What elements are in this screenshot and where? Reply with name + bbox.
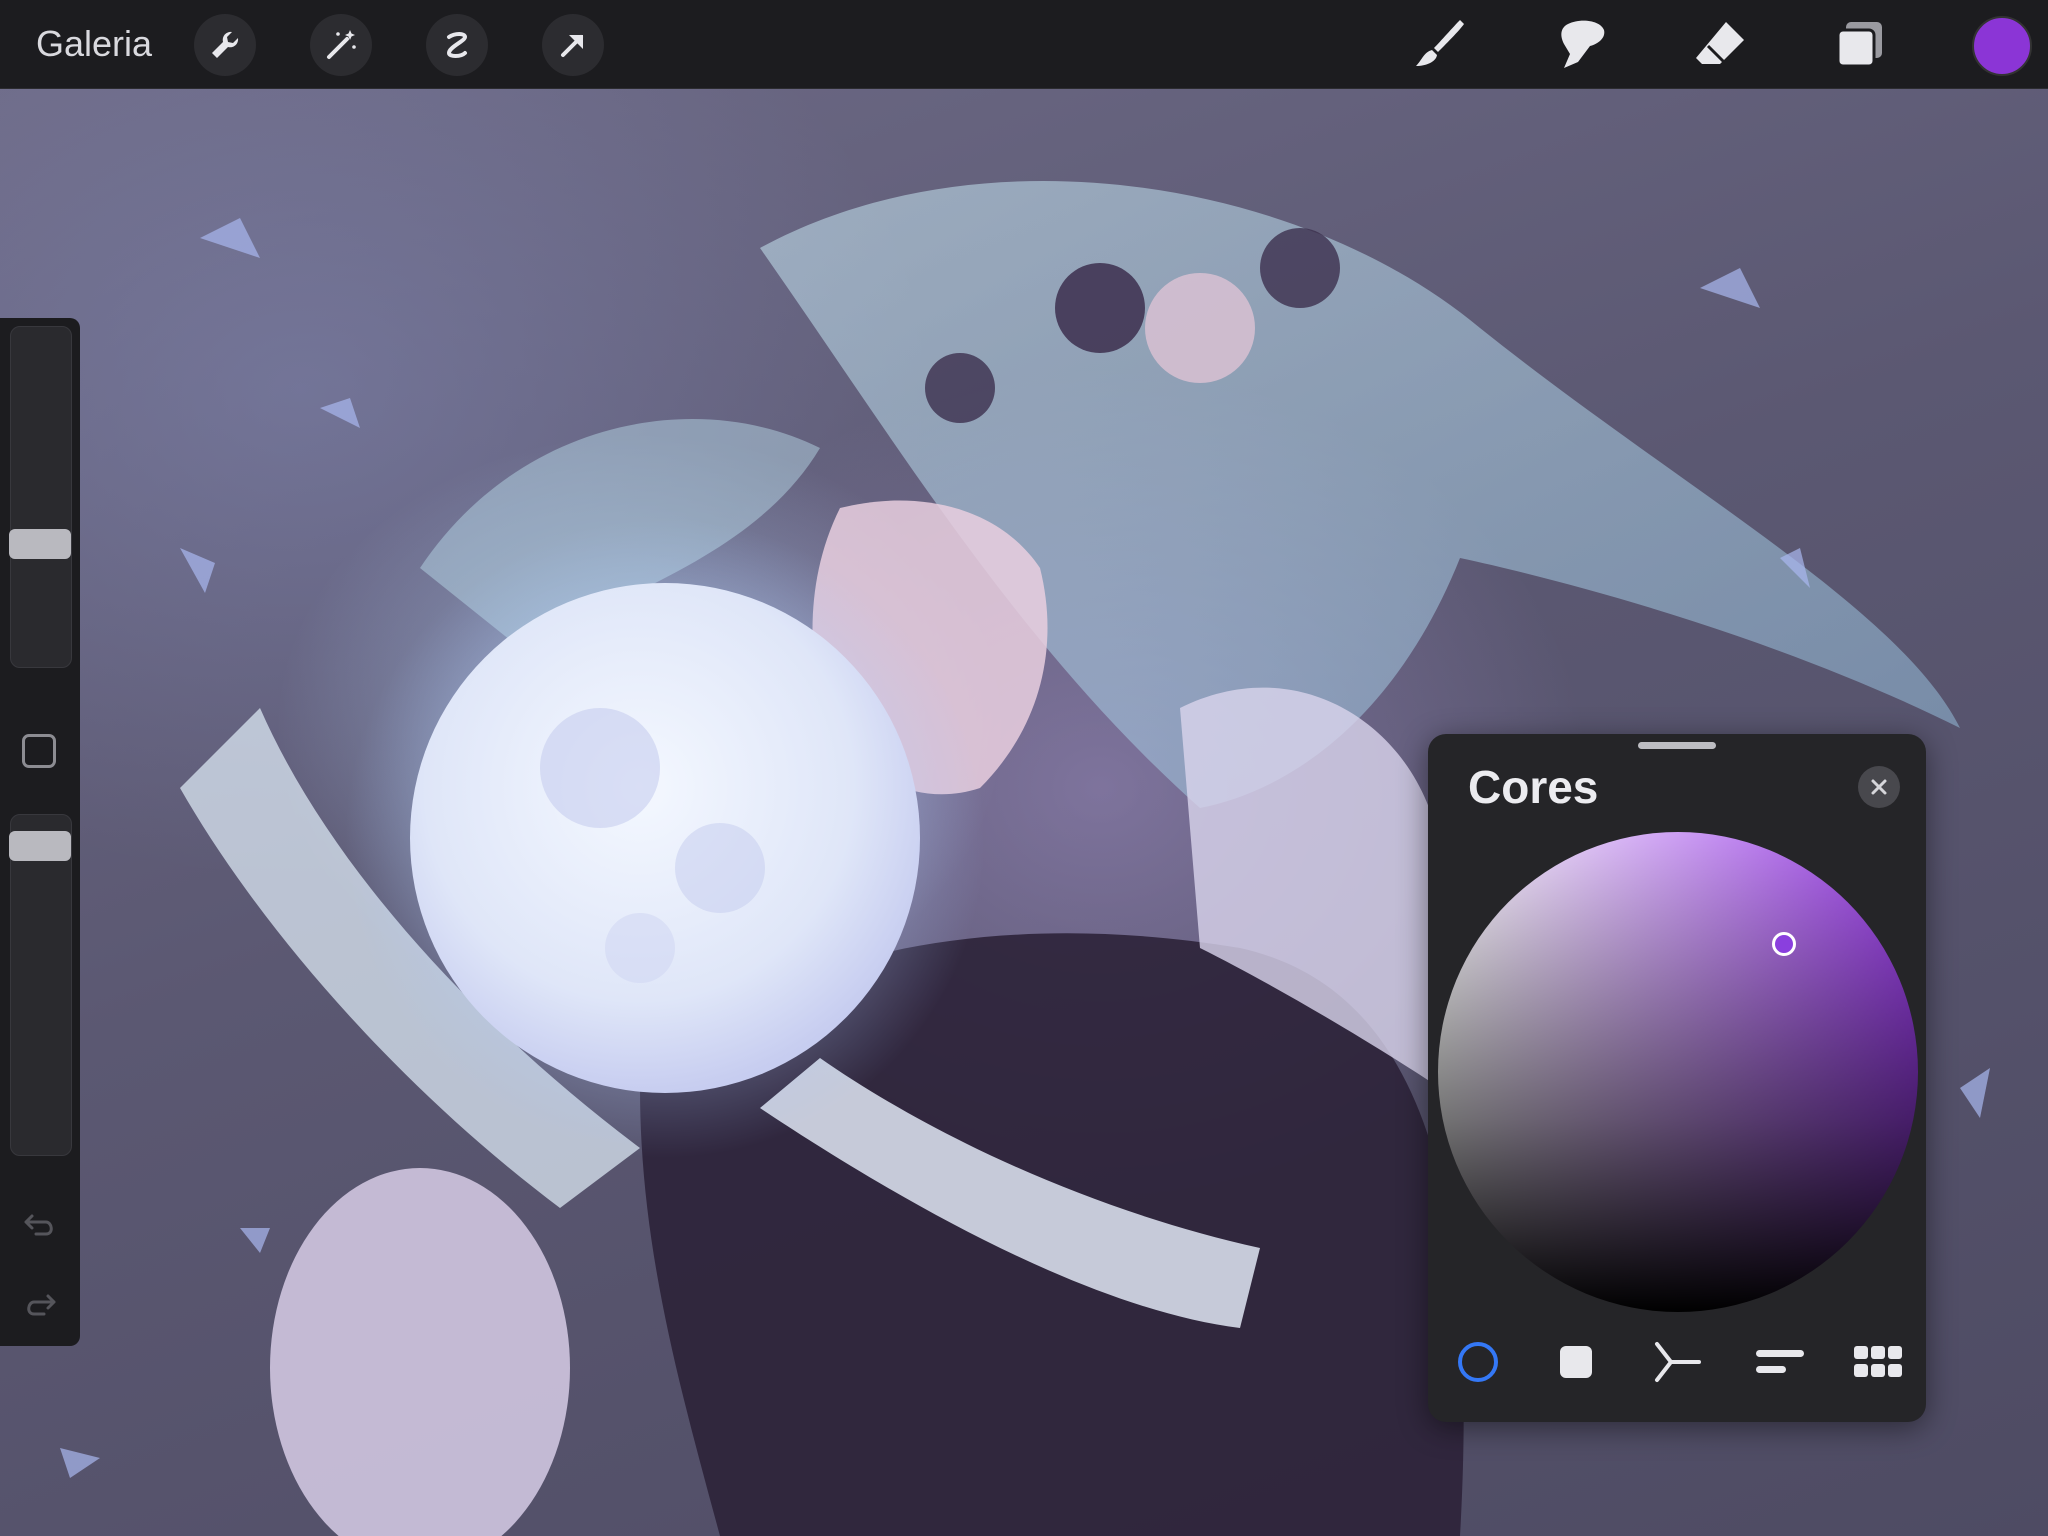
disc-mode-icon	[1458, 1342, 1498, 1382]
colors-panel: Cores	[1428, 734, 1926, 1422]
color-disc-picker[interactable]	[1438, 832, 1918, 1312]
tab-disc[interactable]	[1450, 1334, 1506, 1390]
panel-title: Cores	[1468, 761, 1599, 813]
magic-wand-icon	[327, 30, 356, 59]
eraser-button[interactable]	[1690, 14, 1750, 74]
tab-classic[interactable]	[1548, 1334, 1604, 1390]
brush-button[interactable]	[1410, 14, 1470, 74]
layers-button[interactable]	[1830, 14, 1890, 74]
opacity-thumb[interactable]	[9, 831, 71, 861]
redo-icon	[27, 1294, 56, 1316]
panel-grabber-handle[interactable]	[1638, 742, 1716, 749]
brush-size-thumb[interactable]	[9, 529, 71, 559]
smudge-icon	[1561, 20, 1605, 68]
harmony-mode-icon	[1655, 1342, 1701, 1382]
left-sidebar	[0, 318, 80, 1346]
brush-size-slider[interactable]	[9, 326, 72, 668]
wrench-icon	[212, 31, 239, 58]
adjustments-button[interactable]	[310, 14, 372, 76]
modify-button[interactable]	[22, 734, 56, 768]
current-color-swatch[interactable]	[1972, 16, 2032, 76]
selection-icon	[446, 32, 468, 58]
smudge-button[interactable]	[1550, 14, 1610, 74]
selection-button[interactable]	[426, 14, 488, 76]
opacity-slider[interactable]	[9, 814, 72, 1156]
color-picker-knob[interactable]	[1772, 932, 1796, 956]
classic-mode-icon	[1560, 1346, 1592, 1378]
eraser-icon	[1696, 22, 1744, 64]
close-button[interactable]	[1858, 766, 1900, 808]
transform-button[interactable]	[542, 14, 604, 76]
actions-button[interactable]	[194, 14, 256, 76]
layers-icon	[1836, 22, 1882, 68]
undo-button[interactable]	[20, 1204, 60, 1244]
tab-value[interactable]	[1752, 1334, 1808, 1390]
tab-palettes[interactable]	[1850, 1334, 1906, 1390]
close-icon	[1871, 779, 1887, 795]
gallery-button[interactable]: Galeria	[36, 22, 152, 66]
brush-icon	[1416, 20, 1464, 66]
redo-button[interactable]	[20, 1284, 60, 1324]
palettes-grid-icon	[1854, 1346, 1902, 1377]
top-toolbar: Galeria	[0, 0, 2048, 89]
transform-arrow-icon	[561, 35, 583, 57]
tab-harmony[interactable]	[1650, 1334, 1706, 1390]
undo-icon	[24, 1214, 53, 1236]
value-mode-icon	[1756, 1350, 1804, 1373]
